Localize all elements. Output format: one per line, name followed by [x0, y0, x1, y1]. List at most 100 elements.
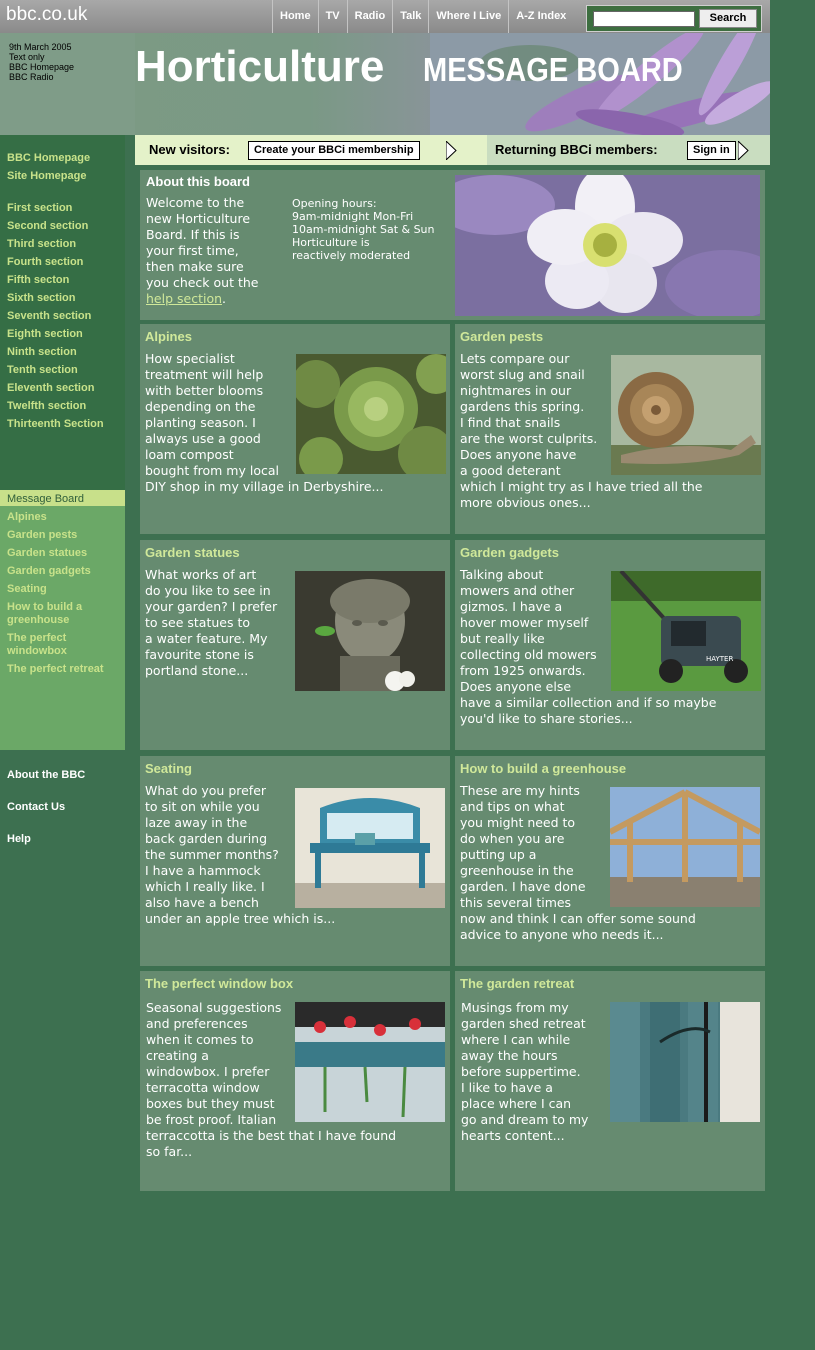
sidebar-message-board[interactable]: Message Board — [7, 493, 84, 505]
board-card-garden-pests[interactable]: Garden pests Lets compare our worst slug … — [455, 324, 765, 534]
board-title[interactable]: Seating — [145, 761, 192, 776]
about-line: you check out the — [146, 275, 259, 290]
sidebar-board-garden-statues[interactable]: Garden statues — [7, 547, 87, 559]
board-card-seating[interactable]: Seating What do you prefer to sit on whil… — [140, 756, 450, 966]
sidebar-contact-us[interactable]: Contact Us — [7, 801, 65, 813]
board-title[interactable]: The garden retreat — [460, 976, 574, 991]
sidebar-about-bbc[interactable]: About the BBC — [7, 769, 85, 781]
excerpt-line: where I can while — [461, 1032, 571, 1047]
about-line: Welcome to the — [146, 195, 245, 210]
board-title[interactable]: Garden statues — [145, 545, 240, 560]
excerpt-line: garden shed retreat — [461, 1016, 586, 1031]
nav-where-i-live[interactable]: Where I Live — [428, 0, 508, 33]
banner: 9th March 2005 Text only BBC Homepage BB… — [0, 33, 770, 135]
board-title[interactable]: How to build a greenhouse — [460, 761, 626, 776]
sidebar-section-2[interactable]: Second section — [7, 220, 88, 232]
top-bar: bbc.co.uk Home TV Radio Talk Where I Liv… — [0, 0, 770, 33]
board-title[interactable]: Alpines — [145, 329, 192, 344]
about-line: your first time, — [146, 243, 239, 258]
about-text: Welcome to the new Horticulture Board. I… — [146, 195, 258, 307]
nav-home[interactable]: Home — [272, 0, 318, 33]
hours-line: 10am-midnight Sat & Sun — [292, 223, 435, 236]
hours-line: reactively moderated — [292, 249, 411, 262]
sidebar-section-12[interactable]: Twelfth section — [7, 400, 86, 412]
sidebar-section-3[interactable]: Third section — [7, 238, 76, 250]
greenhouse-frame-image — [610, 787, 760, 907]
nav-a-z-index[interactable]: A-Z Index — [508, 0, 573, 33]
sidebar-board-greenhouse-line1[interactable]: How to build a — [7, 601, 82, 613]
garden-bench-image — [295, 788, 445, 908]
nav-radio[interactable]: Radio — [346, 0, 393, 33]
sidebar-board-garden-gadgets[interactable]: Garden gadgets — [7, 565, 91, 577]
excerpt-line: which I might try as I have tried all th… — [460, 479, 703, 494]
search-box: Search — [586, 5, 762, 32]
board-card-garden-statues[interactable]: Garden statues What works of art do you l… — [140, 540, 450, 750]
sidebar-board-windowbox-line1[interactable]: The perfect — [7, 632, 66, 644]
about-line: then make sure — [146, 259, 244, 274]
about-line: new Horticulture — [146, 211, 251, 226]
sidebar-section-11[interactable]: Eleventh section — [7, 382, 94, 394]
banner-meta: 9th March 2005 Text only BBC Homepage BB… — [9, 42, 74, 82]
about-panel: About this board Welcome to the new Hort… — [140, 170, 765, 320]
about-line: Board. If this is — [146, 227, 240, 242]
sidebar-help[interactable]: Help — [7, 833, 31, 845]
excerpt-line: advice to anyone who needs it... — [460, 927, 664, 942]
sidebar-section-13[interactable]: Thirteenth Section — [7, 418, 104, 430]
board-title[interactable]: Garden gadgets — [460, 545, 559, 560]
hours-line: Horticulture is — [292, 236, 370, 249]
about-line: help section. — [146, 291, 258, 307]
bbc-homepage-link[interactable]: BBC Homepage — [9, 62, 74, 72]
board-card-window-box[interactable]: The perfect window box Seasonal suggesti… — [140, 971, 450, 1191]
about-title: About this board — [146, 174, 250, 189]
sidebar-board-seating[interactable]: Seating — [7, 583, 47, 595]
search-input[interactable] — [593, 11, 695, 27]
board-card-alpines[interactable]: Alpines How specialist treatment will hel… — [140, 324, 450, 534]
sidebar-section-5[interactable]: Fifth secton — [7, 274, 69, 286]
sidebar-section-4[interactable]: Fourth section — [7, 256, 83, 268]
sidebar-section-6[interactable]: Sixth section — [7, 292, 75, 304]
sidebar-board-garden-pests[interactable]: Garden pests — [7, 529, 77, 541]
bbc-logo[interactable]: bbc.co.uk — [6, 4, 87, 26]
board-excerpt: Musings from my garden shed retreat where … — [461, 1000, 588, 1144]
board-card-greenhouse[interactable]: How to build a greenhouse These are my h… — [455, 756, 765, 966]
sidebar-board-retreat[interactable]: The perfect retreat — [7, 663, 104, 675]
snail-image — [611, 355, 761, 475]
sidebar-section-10[interactable]: Tenth section — [7, 364, 78, 376]
nav-talk[interactable]: Talk — [392, 0, 428, 33]
excerpt-line: so far... — [146, 1144, 193, 1159]
excerpt-line: go and dream to my — [461, 1112, 589, 1127]
excerpt-line: I like to have a — [461, 1080, 553, 1095]
excerpt-line: you'd like to share stories... — [460, 711, 633, 726]
stone-statue-image — [295, 571, 445, 691]
sign-in-button[interactable]: Sign in — [687, 141, 736, 160]
excerpt-line: now and think I can offer some sound — [460, 911, 696, 926]
board-card-garden-retreat[interactable]: The garden retreat Musings from my garden… — [455, 971, 765, 1191]
board-title[interactable]: Garden pests — [460, 329, 543, 344]
create-membership-button[interactable]: Create your BBCi membership — [248, 141, 420, 160]
sidebar-board-alpines[interactable]: Alpines — [7, 511, 47, 523]
bbc-radio-link[interactable]: BBC Radio — [9, 72, 74, 82]
excerpt-line: away the hours — [461, 1048, 558, 1063]
sidebar-section-8[interactable]: Eighth section — [7, 328, 83, 340]
nav-tv[interactable]: TV — [317, 0, 347, 33]
help-section-link[interactable]: help section — [146, 291, 222, 306]
board-title[interactable]: The perfect window box — [145, 976, 293, 991]
sidebar-site-homepage[interactable]: Site Homepage — [7, 170, 86, 182]
page-title: Horticulture — [135, 42, 385, 91]
sidebar-section-1[interactable]: First section — [7, 202, 72, 214]
sidebar-board-greenhouse-line2[interactable]: greenhouse — [7, 614, 69, 626]
opening-hours: Opening hours: 9am-midnight Mon-Fri 10am… — [292, 197, 435, 262]
excerpt-line: your garden? I prefer — [145, 599, 278, 614]
new-visitors-label: New visitors: — [149, 142, 230, 157]
excerpt-line: under an apple tree which is... — [145, 911, 336, 926]
date-text: 9th March 2005 — [9, 42, 72, 52]
board-card-garden-gadgets[interactable]: Garden gadgets Talking about mowers and o… — [455, 540, 765, 750]
sidebar-board-windowbox-line2[interactable]: windowbox — [7, 645, 67, 657]
search-button[interactable]: Search — [699, 9, 757, 28]
sidebar-section-9[interactable]: Ninth section — [7, 346, 77, 358]
page-subtitle: MESSAGE BOARD — [423, 51, 683, 88]
sidebar-bbc-homepage[interactable]: BBC Homepage — [7, 152, 90, 164]
excerpt-line: place where I can — [461, 1096, 572, 1111]
sidebar-section-7[interactable]: Seventh section — [7, 310, 91, 322]
text-only-link[interactable]: Text only — [9, 52, 74, 62]
